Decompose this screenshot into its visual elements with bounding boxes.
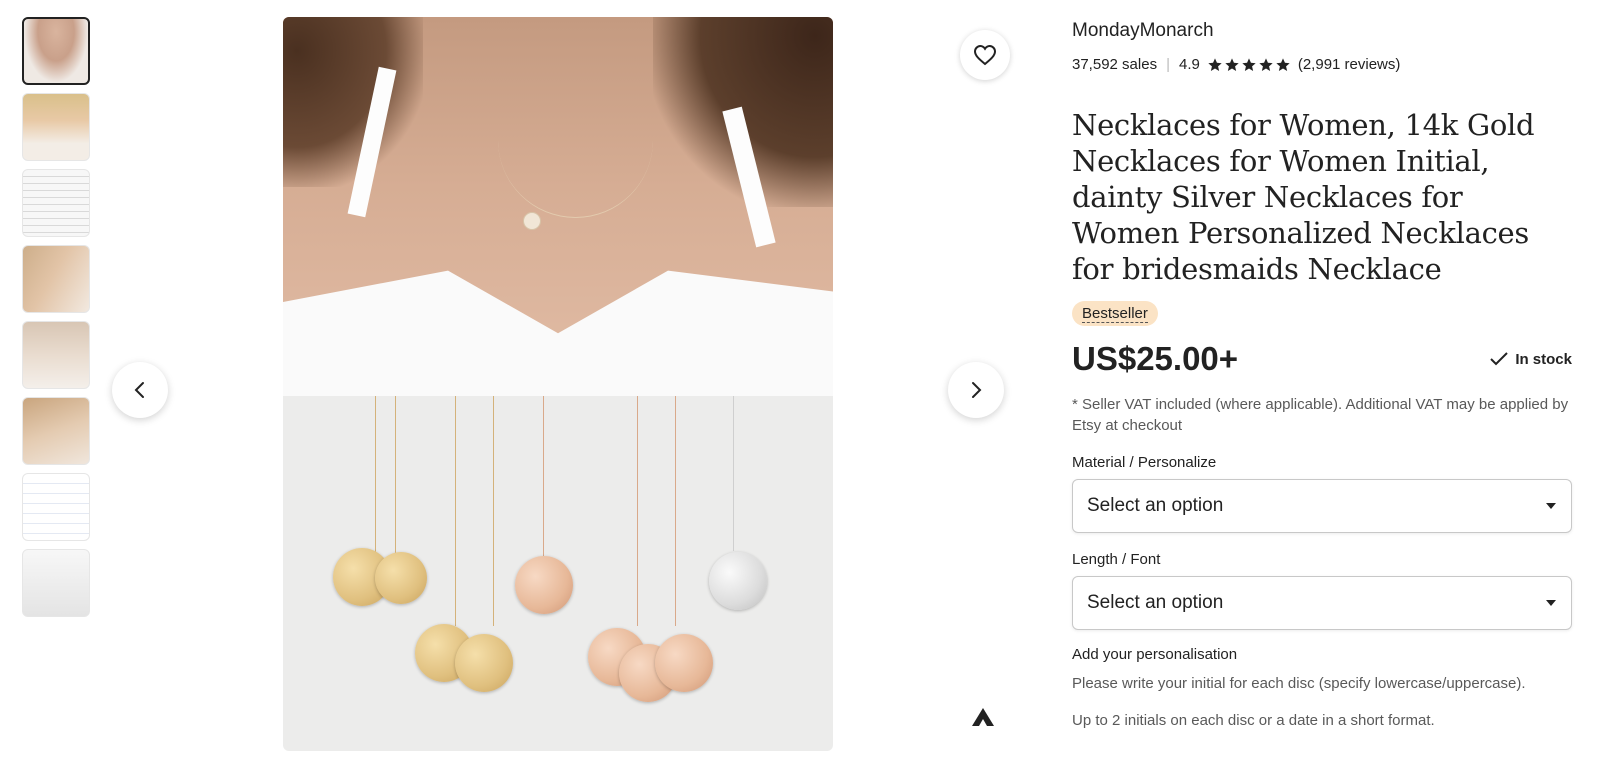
thumbnail-3[interactable] bbox=[22, 169, 90, 237]
personalisation-help: Please write your initial for each disc … bbox=[1072, 675, 1526, 692]
chain bbox=[543, 396, 544, 556]
thumbnail-5[interactable] bbox=[22, 321, 90, 389]
rating-value: 4.9 bbox=[1178, 56, 1200, 73]
price-row: US$25.00+ In stock bbox=[1072, 340, 1572, 378]
chain bbox=[375, 396, 376, 556]
length-label: Length / Font bbox=[1072, 551, 1161, 568]
product-info-panel: MondayMonarch 37,592 sales | 4.9 (2,991 … bbox=[1072, 20, 1572, 729]
stock-label: In stock bbox=[1515, 350, 1572, 368]
reviews-link[interactable]: (2,991 reviews) bbox=[1298, 56, 1401, 73]
thumbnail-4[interactable] bbox=[22, 245, 90, 313]
next-image-button[interactable] bbox=[948, 362, 1004, 418]
product-title: Necklaces for Women, 14k Gold Necklaces … bbox=[1072, 108, 1535, 286]
shop-name-link[interactable]: MondayMonarch bbox=[1072, 20, 1572, 42]
personalisation-label: Add your personalisation bbox=[1072, 646, 1238, 663]
chain bbox=[637, 396, 638, 626]
necklace-pendant bbox=[523, 212, 541, 230]
separator: | bbox=[1166, 56, 1170, 73]
product-price: US$25.00+ bbox=[1072, 340, 1239, 377]
discs-photo bbox=[283, 396, 833, 751]
stock-status: In stock bbox=[1489, 351, 1572, 368]
caret-down-icon bbox=[1546, 503, 1556, 509]
chain bbox=[675, 396, 676, 626]
disc-pendant bbox=[375, 552, 427, 604]
thumbnail-1[interactable] bbox=[22, 17, 90, 85]
disc-pendant bbox=[709, 552, 767, 610]
star-icon bbox=[1259, 57, 1273, 71]
chevron-left-icon bbox=[134, 382, 144, 398]
thumbnail-strip bbox=[22, 17, 92, 625]
necklace-chain bbox=[498, 77, 653, 218]
length-select[interactable]: Select an option bbox=[1072, 576, 1572, 630]
thumbnail-8[interactable] bbox=[22, 549, 90, 617]
rating-row: 37,592 sales | 4.9 (2,991 reviews) bbox=[1072, 56, 1572, 73]
caret-down-icon bbox=[1546, 600, 1556, 606]
checkmark-icon bbox=[1490, 352, 1509, 366]
chain bbox=[733, 396, 734, 551]
disc-pendant bbox=[455, 634, 513, 692]
chain bbox=[455, 396, 456, 626]
material-label: Material / Personalize bbox=[1072, 454, 1217, 471]
material-select-value: Select an option bbox=[1087, 495, 1224, 516]
bestseller-badge[interactable]: Bestseller bbox=[1072, 301, 1158, 326]
main-product-image[interactable] bbox=[283, 17, 833, 751]
star-icon bbox=[1242, 57, 1256, 71]
chevron-right-icon bbox=[972, 382, 982, 398]
chain bbox=[395, 396, 396, 556]
zoom-icon[interactable] bbox=[970, 706, 996, 728]
heart-icon bbox=[973, 44, 997, 66]
star-icon bbox=[1276, 57, 1290, 71]
thumbnail-7[interactable] bbox=[22, 473, 90, 541]
model-photo bbox=[283, 17, 833, 396]
disc-pendant bbox=[655, 634, 713, 692]
star-rating bbox=[1207, 57, 1292, 73]
disc-pendant bbox=[515, 556, 573, 614]
star-icon bbox=[1208, 57, 1222, 71]
thumbnail-2[interactable] bbox=[22, 93, 90, 161]
favorite-button[interactable] bbox=[960, 30, 1010, 80]
zoom-glyph bbox=[972, 708, 994, 726]
chain bbox=[493, 396, 494, 626]
star-icon bbox=[1225, 57, 1239, 71]
material-select[interactable]: Select an option bbox=[1072, 479, 1572, 533]
sales-count: 37,592 sales bbox=[1072, 56, 1158, 73]
personalisation-help-2: Up to 2 initials on each disc or a date … bbox=[1072, 712, 1435, 729]
previous-image-button[interactable] bbox=[112, 362, 168, 418]
vat-note: * Seller VAT included (where applicable)… bbox=[1072, 396, 1569, 434]
badge-label: Bestseller bbox=[1082, 305, 1148, 323]
length-select-value: Select an option bbox=[1087, 592, 1224, 613]
hair-left bbox=[283, 17, 423, 187]
thumbnail-6[interactable] bbox=[22, 397, 90, 465]
